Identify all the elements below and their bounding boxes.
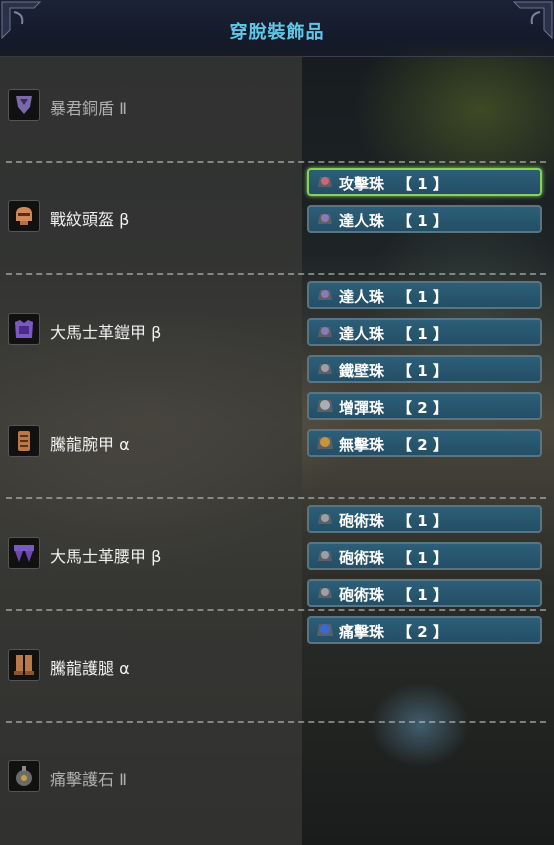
equipment-row-legs[interactable]: 騰龍護腿 α (8, 649, 298, 683)
charm-icon (8, 760, 40, 792)
decoration-slot[interactable]: 砲術珠 【 1 】 (307, 579, 542, 607)
slot-level: 【 2 】 (397, 623, 448, 641)
decoration-name: 砲術珠 (339, 586, 385, 604)
decoration-name: 達人珠 (339, 212, 385, 230)
helm-icon (8, 200, 40, 232)
row-divider (6, 161, 546, 163)
decoration-slot[interactable]: 鐵壁珠 【 1 】 (307, 355, 542, 383)
slot-level: 【 1 】 (397, 325, 448, 343)
decoration-slot[interactable]: 增彈珠 【 2 】 (307, 392, 542, 420)
equipment-name: 痛擊護石 Ⅱ (50, 770, 127, 789)
decoration-name: 攻擊珠 (339, 175, 385, 193)
decoration-gem-icon (318, 364, 332, 374)
decoration-gem-icon (317, 400, 333, 412)
decoration-name: 砲術珠 (339, 512, 385, 530)
slot-level: 【 2 】 (397, 399, 448, 417)
slot-level: 【 1 】 (397, 549, 448, 567)
equipment-row-charm[interactable]: 痛擊護石 Ⅱ (8, 760, 298, 794)
row-divider (6, 721, 546, 723)
decoration-gem-icon (318, 290, 332, 300)
leg-armor-icon (8, 649, 40, 681)
slot-level: 【 1 】 (397, 212, 448, 230)
decoration-gem-icon (318, 588, 332, 598)
decoration-name: 砲術珠 (339, 549, 385, 567)
decoration-gem-icon (317, 437, 333, 449)
equipment-name: 暴君銅盾 Ⅱ (50, 99, 127, 118)
arm-armor-icon (8, 425, 40, 457)
decoration-gem-icon (317, 624, 333, 636)
decoration-slot[interactable]: 砲術珠 【 1 】 (307, 505, 542, 533)
decoration-slot[interactable]: 痛擊珠 【 2 】 (307, 616, 542, 644)
equipment-name: 騰龍護腿 α (50, 659, 130, 678)
slot-level: 【 1 】 (397, 586, 448, 604)
row-divider (6, 497, 546, 499)
equipment-row-weapon[interactable]: 暴君銅盾 Ⅱ (8, 89, 298, 123)
decoration-name: 達人珠 (339, 325, 385, 343)
decoration-slot[interactable]: 攻擊珠 【 1 】 (307, 168, 542, 196)
slot-level: 【 2 】 (397, 436, 448, 454)
decoration-slot[interactable]: 砲術珠 【 1 】 (307, 542, 542, 570)
slot-level: 【 1 】 (397, 512, 448, 530)
equipment-row-arms[interactable]: 騰龍腕甲 α (8, 425, 298, 459)
header-bar: 穿脫裝飾品 (0, 0, 554, 57)
shield-icon (8, 89, 40, 121)
decoration-gem-icon (318, 214, 332, 224)
decoration-slot[interactable]: 無擊珠 【 2 】 (307, 429, 542, 457)
equipment-row-chest[interactable]: 大馬士革鎧甲 β (8, 313, 298, 347)
slot-level: 【 1 】 (397, 175, 448, 193)
row-divider (6, 609, 546, 611)
page-title: 穿脫裝飾品 (229, 22, 325, 43)
decoration-gem-icon (318, 327, 332, 337)
row-divider (6, 273, 546, 275)
equipment-name: 大馬士革鎧甲 β (50, 323, 162, 342)
decoration-gem-icon (318, 177, 332, 187)
equipment-row-head[interactable]: 戰紋頭盔 β (8, 200, 298, 234)
waist-armor-icon (8, 537, 40, 569)
slot-level: 【 1 】 (397, 288, 448, 306)
decoration-name: 鐵壁珠 (339, 362, 385, 380)
decoration-gem-icon (318, 514, 332, 524)
chest-armor-icon (8, 313, 40, 345)
equipment-name: 大馬士革腰甲 β (50, 547, 162, 566)
decoration-name: 無擊珠 (339, 436, 385, 454)
decoration-slot[interactable]: 達人珠 【 1 】 (307, 205, 542, 233)
decoration-name: 增彈珠 (339, 399, 385, 417)
decoration-name: 痛擊珠 (339, 623, 385, 641)
decoration-name: 達人珠 (339, 288, 385, 306)
decoration-slot[interactable]: 達人珠 【 1 】 (307, 318, 542, 346)
equipment-row-waist[interactable]: 大馬士革腰甲 β (8, 537, 298, 571)
decoration-slot[interactable]: 達人珠 【 1 】 (307, 281, 542, 309)
slot-level: 【 1 】 (397, 362, 448, 380)
equipment-name: 騰龍腕甲 α (50, 435, 130, 454)
equipment-name: 戰紋頭盔 β (50, 210, 130, 229)
decoration-gem-icon (318, 551, 332, 561)
